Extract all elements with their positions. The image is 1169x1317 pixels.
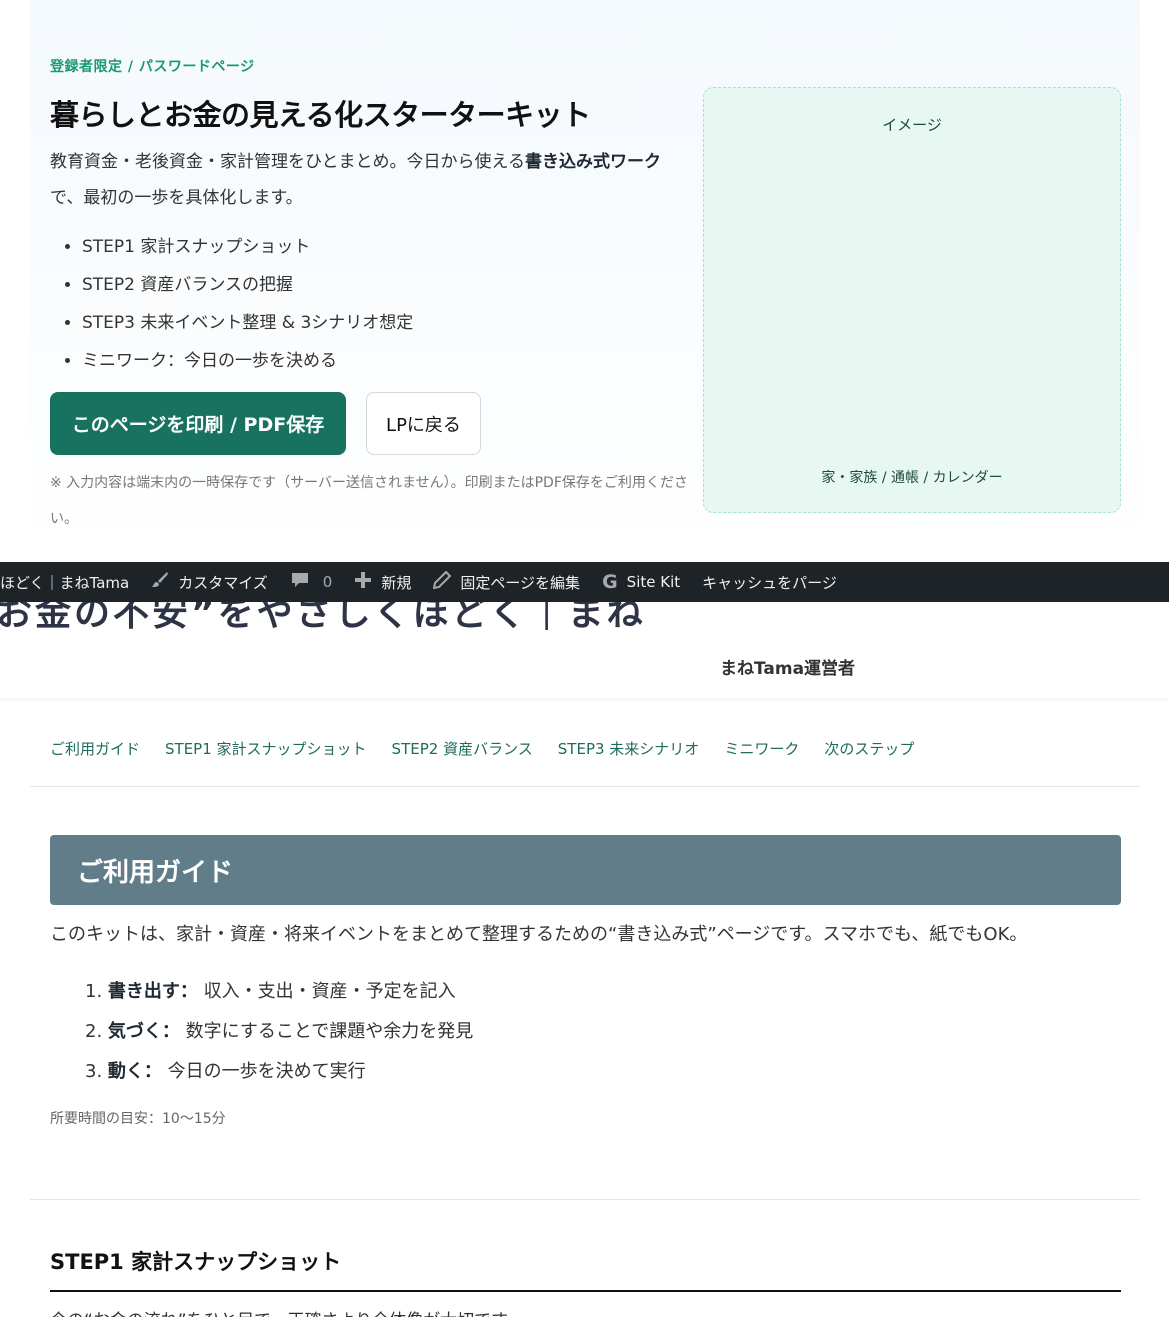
hero-step-item: STEP2 資産バランスの把握 — [82, 266, 413, 304]
toc-link-next[interactable]: 次のステップ — [824, 738, 914, 759]
guide-item-label: 動く： — [107, 1061, 162, 1082]
admin-site-name: ほどく｜まねTama — [0, 573, 130, 592]
admin-customize-link[interactable]: カスタマイズ — [151, 571, 268, 594]
toc-link-miniwork[interactable]: ミニワーク — [724, 738, 799, 759]
guide-list: 1. 書き出す： 収入・支出・資産・予定を記入 2. 気づく： 数字にすることで… — [85, 972, 473, 1092]
hero-lead-text-1: 教育資金・老後資金・家計管理をひとまとめ。今日から使える — [50, 152, 525, 172]
guide-item-text: 数字にすることで課題や余力を発見 — [185, 1021, 474, 1042]
guide-item-label: 気づく： — [107, 1021, 180, 1042]
hero-lead: 教育資金・老後資金・家計管理をひとまとめ。今日から使える書き込み式ワークで、最初… — [50, 144, 690, 216]
guide-time: 所要時間の目安：10〜15分 — [50, 1111, 226, 1127]
guide-item-number: 2. — [85, 1021, 103, 1042]
pencil-icon — [433, 570, 452, 594]
image-caption: 家・家族 / 通帳 / カレンダー — [821, 470, 1003, 486]
toc-link-step1[interactable]: STEP1 家計スナップショット — [165, 738, 367, 759]
divider — [30, 786, 1140, 787]
hero-lead-text-2: で、最初の一歩を具体化します。 — [50, 188, 303, 208]
image-label: イメージ — [882, 116, 942, 134]
admin-comments-link[interactable]: 0 — [290, 571, 333, 594]
hero-kicker: 登録者限定 / パスワードページ — [50, 59, 255, 75]
toc-link-guide[interactable]: ご利用ガイド — [50, 738, 140, 759]
guide-list-item: 2. 気づく： 数字にすることで課題や余力を発見 — [85, 1012, 473, 1052]
divider — [30, 1199, 1140, 1200]
guide-item-label: 書き出す： — [107, 981, 198, 1002]
admin-purge-cache-link[interactable]: キャッシュをパージ — [702, 572, 837, 593]
guide-heading: ご利用ガイド — [50, 835, 1121, 905]
guide-list-item: 3. 動く： 今日の一歩を決めて実行 — [85, 1052, 473, 1092]
toc-link-step2[interactable]: STEP2 資産バランス — [392, 738, 533, 759]
admin-bar: ほどく｜まねTama カスタマイズ 0 新規 固定ページを編集 G Site K… — [0, 562, 1169, 602]
admin-edit-label: 固定ページを編集 — [460, 573, 581, 592]
comment-icon — [290, 571, 310, 594]
site-header: お金の不安”をやさしくほどく｜まね まねTama運営者 — [0, 602, 1169, 698]
image-placeholder: イメージ 家・家族 / 通帳 / カレンダー — [703, 87, 1121, 513]
google-g-icon: G — [602, 571, 618, 593]
admin-edit-link[interactable]: 固定ページを編集 — [433, 570, 581, 594]
admin-sitekit-label: Site Kit — [626, 573, 681, 591]
hero-step-item: STEP3 未来イベント整理 & 3シナリオ想定 — [82, 304, 413, 342]
hero-step-item: ミニワーク：今日の一歩を決める — [82, 342, 413, 380]
step1-underline — [50, 1290, 1121, 1292]
guide-intro: このキットは、家計・資産・将来イベントをまとめて整理するための“書き込み式”ペー… — [50, 924, 1028, 945]
admin-site-link[interactable]: ほどく｜まねTama — [0, 572, 129, 593]
guide-item-text: 今日の一歩を決めて実行 — [167, 1061, 366, 1082]
toc-link-step3[interactable]: STEP3 未来シナリオ — [558, 738, 700, 759]
admin-new-link[interactable]: 新規 — [354, 571, 411, 594]
step1-intro: 今の“お金の流れ”をひと目で。正確さより全体像が大切です。 — [50, 1306, 523, 1317]
guide-list-item: 1. 書き出す： 収入・支出・資産・予定を記入 — [85, 972, 473, 1012]
print-pdf-button[interactable]: このページを印刷 / PDF保存 — [50, 392, 346, 455]
site-title[interactable]: お金の不安”をやさしくほどく｜まね — [0, 602, 646, 636]
guide-item-number: 1. — [85, 981, 103, 1002]
hero-lead-bold: 書き込み式ワーク — [524, 152, 661, 172]
admin-comment-count: 0 — [322, 573, 333, 591]
admin-customize-label: カスタマイズ — [178, 573, 268, 592]
toc-nav: ご利用ガイド STEP1 家計スナップショット STEP2 資産バランス STE… — [50, 738, 939, 759]
guide-item-text: 収入・支出・資産・予定を記入 — [203, 981, 456, 1002]
page-title: 暮らしとお金の見える化スターターキット — [50, 98, 591, 132]
site-author: まねTama運営者 — [720, 659, 856, 679]
guide-item-number: 3. — [85, 1061, 103, 1082]
admin-new-label: 新規 — [381, 573, 412, 592]
admin-purge-label: キャッシュをパージ — [702, 573, 837, 592]
hero-step-list: STEP1 家計スナップショット STEP2 資産バランスの把握 STEP3 未… — [82, 228, 413, 380]
hero-note: ※ 入力内容は端末内の一時保存です（サーバー送信されません）。印刷またはPDF保… — [50, 475, 688, 527]
step1-heading: STEP1 家計スナップショット — [50, 1250, 342, 1274]
admin-sitekit-link[interactable]: G Site Kit — [602, 571, 680, 593]
plus-icon — [354, 571, 372, 594]
hero-section: 登録者限定 / パスワードページ 暮らしとお金の見える化スターターキット 教育資… — [30, 0, 1140, 560]
brush-icon — [151, 571, 169, 594]
hero-step-item: STEP1 家計スナップショット — [82, 228, 413, 266]
back-to-lp-button[interactable]: LPに戻る — [366, 392, 481, 455]
